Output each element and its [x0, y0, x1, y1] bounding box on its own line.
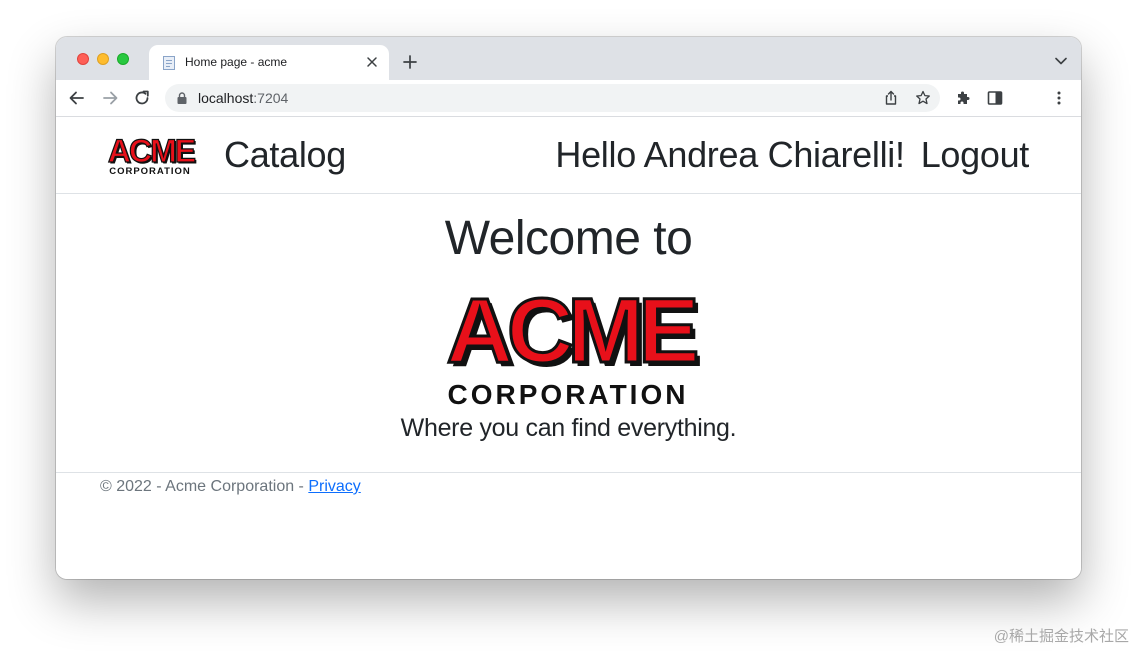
welcome-heading: Welcome to [444, 212, 693, 265]
user-nav: Hello Andrea Chiarelli! Logout [555, 134, 1029, 176]
browser-tab[interactable]: Home page - acme [149, 45, 389, 80]
lock-icon[interactable] [177, 92, 187, 104]
url-host: localhost [198, 90, 254, 106]
back-arrow-icon[interactable] [68, 89, 86, 107]
site-header: ACME ACME CORPORATION Catalog Hello Andr… [56, 117, 1081, 194]
minimize-window-button[interactable] [97, 53, 109, 65]
site-footer: © 2022 - Acme Corporation - Privacy [56, 472, 1081, 579]
page-favicon-icon [163, 56, 175, 70]
footer-copyright: © 2022 - Acme Corporation - [100, 478, 309, 495]
close-window-button[interactable] [77, 53, 89, 65]
tagline: Where you can find everything. [400, 414, 737, 442]
tab-strip: Home page - acme [56, 37, 1081, 80]
logo-large-main: ACME [447, 286, 697, 382]
extensions-puzzle-icon[interactable] [955, 90, 971, 106]
reload-icon[interactable] [133, 89, 151, 107]
footer-text: © 2022 - Acme Corporation - Privacy [100, 478, 361, 496]
main-content: Welcome to ACME ACME CORPORATION Where y… [56, 194, 1081, 471]
watermark: @稀土掘金技术社区 [993, 628, 1129, 645]
browser-window: Home page - acme localhost:7204 ACME ACM… [56, 37, 1081, 579]
web-page: ACME ACME CORPORATION Catalog Hello Andr… [56, 117, 1081, 579]
url-text: localhost:7204 [198, 90, 288, 106]
privacy-link[interactable]: Privacy [308, 478, 360, 495]
more-menu-icon[interactable] [1051, 90, 1067, 106]
close-tab-icon[interactable] [365, 55, 379, 69]
logo-large-sub: CORPORATION [448, 379, 689, 410]
url-port: :7204 [253, 90, 289, 106]
browser-toolbar: localhost:7204 [56, 80, 1081, 117]
tab-search-chevron-icon[interactable] [1055, 57, 1067, 65]
nav-catalog-link[interactable]: Catalog [224, 134, 346, 176]
logout-link[interactable]: Logout [921, 134, 1030, 175]
maximize-window-button[interactable] [117, 53, 129, 65]
side-panel-icon[interactable] [987, 90, 1003, 106]
acme-logo-large: ACME ACME CORPORATION [445, 286, 706, 410]
forward-arrow-icon[interactable] [101, 89, 119, 107]
bookmark-star-icon[interactable] [915, 90, 931, 106]
tab-title: Home page - acme [185, 55, 288, 69]
new-tab-icon[interactable] [402, 54, 418, 70]
acme-logo-small[interactable]: ACME ACME CORPORATION [100, 133, 200, 177]
address-bar[interactable]: localhost:7204 [165, 84, 940, 112]
logo-small-sub: CORPORATION [109, 166, 191, 177]
share-icon[interactable] [883, 90, 899, 106]
logo-small-main: ACME [108, 133, 196, 169]
user-greeting: Hello Andrea Chiarelli! [555, 134, 905, 175]
